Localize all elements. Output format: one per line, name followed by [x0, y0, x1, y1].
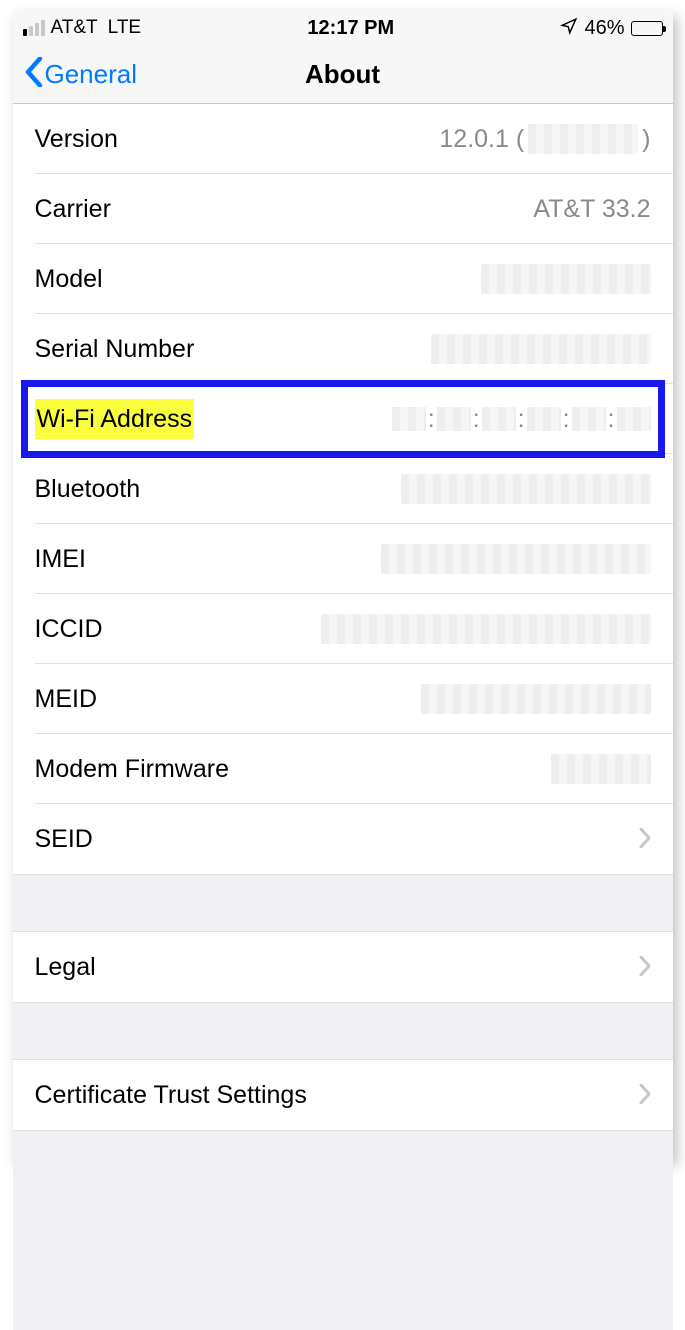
- row-carrier[interactable]: Carrier AT&T 33.2: [13, 174, 673, 244]
- redacted-value: [551, 754, 651, 784]
- row-meid[interactable]: MEID: [13, 664, 673, 734]
- status-time: 12:17 PM: [307, 17, 394, 40]
- chevron-right-icon: [639, 824, 651, 855]
- status-left: AT&T LTE: [23, 17, 142, 39]
- settings-list-2: Legal: [13, 932, 673, 1002]
- row-serial-number[interactable]: Serial Number: [13, 314, 673, 384]
- redacted-value: [321, 614, 651, 644]
- row-seid[interactable]: SEID: [13, 804, 673, 874]
- nav-bar: General About: [13, 46, 673, 104]
- row-label: Legal: [35, 953, 96, 982]
- chevron-left-icon: [25, 57, 43, 93]
- row-label: Carrier: [35, 195, 111, 224]
- row-certificate-trust-settings[interactable]: Certificate Trust Settings: [13, 1060, 673, 1130]
- row-label: IMEI: [35, 545, 86, 574]
- row-modem-firmware[interactable]: Modem Firmware: [13, 734, 673, 804]
- redacted-value: [431, 334, 651, 364]
- row-label: SEID: [35, 825, 93, 854]
- back-label: General: [45, 59, 138, 90]
- row-label: Certificate Trust Settings: [35, 1081, 307, 1110]
- row-right: [631, 824, 651, 855]
- back-button[interactable]: General: [25, 57, 138, 93]
- status-bar: AT&T LTE 12:17 PM 46%: [13, 10, 673, 46]
- redacted-value: [381, 544, 651, 574]
- redacted-value: [528, 124, 638, 154]
- row-label: Modem Firmware: [35, 755, 229, 784]
- status-carrier: AT&T: [51, 17, 98, 39]
- row-wifi-address[interactable]: Wi-Fi Address Wi-Fi Address : : : : :: [13, 384, 673, 454]
- row-right: [631, 952, 651, 983]
- location-icon: [560, 17, 578, 40]
- row-value: AT&T 33.2: [533, 195, 650, 224]
- battery-icon: [631, 21, 663, 36]
- status-right: 46%: [560, 17, 662, 40]
- row-label: MEID: [35, 685, 98, 714]
- row-legal[interactable]: Legal: [13, 932, 673, 1002]
- page-title: About: [305, 59, 380, 90]
- status-network: LTE: [108, 17, 141, 39]
- redacted-mac-address: : : : : :: [392, 405, 651, 434]
- row-label: Version: [35, 125, 118, 154]
- row-label: Bluetooth: [35, 475, 141, 504]
- row-label: ICCID: [35, 615, 103, 644]
- row-version[interactable]: Version 12.0.1 ( ): [13, 104, 673, 174]
- row-iccid[interactable]: ICCID: [13, 594, 673, 664]
- section-gap: [13, 1002, 673, 1060]
- row-bluetooth[interactable]: Bluetooth: [13, 454, 673, 524]
- redacted-value: [481, 264, 651, 294]
- row-value: 12.0.1 ( ): [439, 124, 650, 154]
- footer-space: [13, 1130, 673, 1330]
- row-label: Serial Number: [35, 335, 195, 364]
- chevron-right-icon: [639, 1080, 651, 1111]
- row-label-highlighted: Wi-Fi Address: [35, 399, 195, 439]
- row-model[interactable]: Model: [13, 244, 673, 314]
- row-imei[interactable]: IMEI: [13, 524, 673, 594]
- screen-frame: AT&T LTE 12:17 PM 46% General About: [13, 10, 673, 1160]
- battery-percent: 46%: [584, 17, 624, 40]
- chevron-right-icon: [639, 952, 651, 983]
- row-label: Model: [35, 265, 103, 294]
- redacted-value: [401, 474, 651, 504]
- row-right: [631, 1080, 651, 1111]
- section-gap: [13, 874, 673, 932]
- signal-bars-icon: [23, 20, 45, 36]
- settings-list-3: Certificate Trust Settings: [13, 1060, 673, 1130]
- redacted-value: [421, 684, 651, 714]
- settings-list: Version 12.0.1 ( ) Carrier AT&T 33.2 Mod…: [13, 104, 673, 874]
